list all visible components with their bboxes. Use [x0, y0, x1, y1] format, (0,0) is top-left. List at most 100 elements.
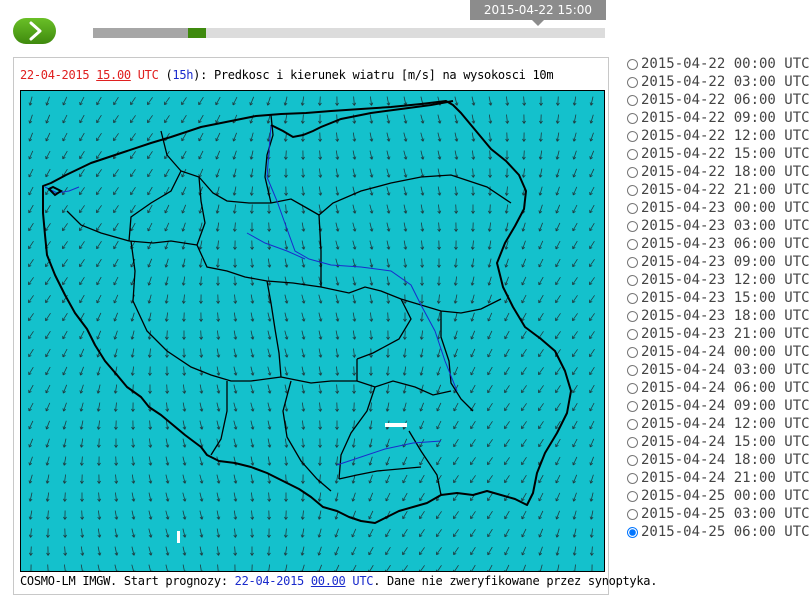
forecast-time-radio[interactable] [627, 220, 638, 232]
wind-arrow [62, 277, 68, 286]
forecast-time-item[interactable]: 2015-04-23 18:00 UTC [626, 307, 810, 325]
wind-arrow [147, 294, 152, 304]
forecast-time-radio[interactable] [627, 112, 638, 124]
forecast-time-label: 2015-04-22 09:00 UTC [641, 110, 810, 126]
wind-arrow [79, 259, 85, 268]
forecast-time-item[interactable]: 2015-04-22 12:00 UTC [626, 127, 810, 145]
wind-arrow [147, 151, 153, 160]
forecast-time-radio[interactable] [627, 526, 638, 538]
forecast-time-radio[interactable] [627, 472, 638, 484]
forecast-time-item[interactable]: 2015-04-24 00:00 UTC [626, 343, 810, 361]
wind-arrow [165, 492, 170, 502]
forecast-time-radio[interactable] [627, 58, 638, 70]
forecast-time-radio[interactable] [627, 94, 638, 106]
forecast-time-radio[interactable] [627, 274, 638, 286]
wind-arrow [79, 96, 85, 106]
forecast-time-item[interactable]: 2015-04-22 03:00 UTC [626, 73, 810, 91]
map-title-hour: 15.00 [96, 68, 131, 82]
forecast-time-item[interactable]: 2015-04-22 09:00 UTC [626, 109, 810, 127]
wind-arrow [471, 222, 475, 232]
wind-arrow [453, 493, 459, 502]
forecast-time-item[interactable]: 2015-04-22 00:00 UTC [626, 55, 810, 73]
forecast-time-label: 2015-04-25 03:00 UTC [641, 506, 810, 522]
wind-arrow [181, 97, 187, 106]
timeline-current-marker[interactable] [187, 28, 206, 38]
wind-arrow [318, 186, 323, 196]
wind-arrow [233, 528, 238, 538]
forecast-time-radio[interactable] [627, 130, 638, 142]
wind-arrow [28, 168, 34, 178]
wind-arrow [216, 564, 221, 571]
forecast-time-radio[interactable] [627, 346, 638, 358]
forecast-time-radio[interactable] [627, 364, 638, 376]
forecast-time-radio[interactable] [627, 166, 638, 178]
wind-arrow [96, 96, 102, 106]
forecast-time-radio[interactable] [627, 184, 638, 196]
wind-arrow [555, 258, 561, 268]
forecast-time-item[interactable]: 2015-04-24 03:00 UTC [626, 361, 810, 379]
forecast-time-radio[interactable] [627, 490, 638, 502]
forecast-time-radio[interactable] [627, 256, 638, 268]
wind-arrow [437, 276, 441, 286]
forecast-time-item[interactable]: 2015-04-24 18:00 UTC [626, 451, 810, 469]
wind-arrow [521, 385, 527, 394]
wind-arrow [352, 330, 357, 340]
forecast-time-radio[interactable] [627, 202, 638, 214]
wind-arrow [164, 312, 169, 322]
wind-arrow [589, 204, 595, 214]
timeline-bar[interactable] [93, 28, 605, 38]
wind-arrow [130, 312, 135, 322]
forecast-time-radio[interactable] [627, 310, 638, 322]
forecast-time-item[interactable]: 2015-04-23 09:00 UTC [626, 253, 810, 271]
wind-arrow [96, 312, 102, 322]
forecast-time-item[interactable]: 2015-04-23 06:00 UTC [626, 235, 810, 253]
forecast-time-item[interactable]: 2015-04-24 15:00 UTC [626, 433, 810, 451]
wind-arrow [284, 456, 289, 466]
wind-arrow [385, 492, 391, 502]
forecast-time-item[interactable]: 2015-04-22 06:00 UTC [626, 91, 810, 109]
wind-arrow [538, 240, 544, 250]
forecast-time-item[interactable]: 2015-04-23 12:00 UTC [626, 271, 810, 289]
wind-arrow [386, 150, 391, 160]
forecast-time-item[interactable]: 2015-04-22 18:00 UTC [626, 163, 810, 181]
forecast-time-item[interactable]: 2015-04-25 06:00 UTC [626, 523, 810, 541]
forecast-time-item[interactable]: 2015-04-23 03:00 UTC [626, 217, 810, 235]
wind-arrow [164, 258, 169, 268]
forecast-time-item[interactable]: 2015-04-24 21:00 UTC [626, 469, 810, 487]
forecast-time-item[interactable]: 2015-04-25 03:00 UTC [626, 505, 810, 523]
forecast-time-radio[interactable] [627, 328, 638, 340]
wind-arrow [368, 564, 374, 571]
forecast-time-item[interactable]: 2015-04-23 15:00 UTC [626, 289, 810, 307]
forecast-time-item[interactable]: 2015-04-23 00:00 UTC [626, 199, 810, 217]
forecast-time-item[interactable]: 2015-04-24 09:00 UTC [626, 397, 810, 415]
forecast-time-item[interactable]: 2015-04-22 21:00 UTC [626, 181, 810, 199]
forecast-time-radio[interactable] [627, 76, 638, 88]
wind-arrow [352, 240, 357, 250]
wind-arrow [403, 168, 408, 178]
forecast-time-radio[interactable] [627, 148, 638, 160]
forecast-time-item[interactable]: 2015-04-23 21:00 UTC [626, 325, 810, 343]
forecast-time-radio[interactable] [627, 508, 638, 520]
wind-arrow [420, 222, 425, 232]
forecast-time-radio[interactable] [627, 238, 638, 250]
wind-arrow [504, 403, 510, 412]
forecast-time-radio[interactable] [627, 436, 638, 448]
forecast-time-radio[interactable] [627, 292, 638, 304]
forecast-time-radio[interactable] [627, 400, 638, 412]
wind-arrow [45, 384, 51, 394]
wind-arrow [97, 564, 102, 571]
wind-arrow [131, 492, 136, 502]
forecast-time-item[interactable]: 2015-04-24 12:00 UTC [626, 415, 810, 433]
forecast-time-radio[interactable] [627, 418, 638, 430]
play-button[interactable] [13, 18, 56, 44]
wind-arrow [471, 114, 476, 124]
forecast-time-item[interactable]: 2015-04-22 15:00 UTC [626, 145, 810, 163]
wind-arrow [62, 150, 68, 160]
wind-arrow [335, 114, 340, 124]
forecast-time-item[interactable]: 2015-04-24 06:00 UTC [626, 379, 810, 397]
forecast-time-radio[interactable] [627, 382, 638, 394]
wind-arrow [199, 564, 204, 571]
forecast-time-radio[interactable] [627, 454, 638, 466]
wind-arrow [182, 564, 187, 571]
forecast-time-item[interactable]: 2015-04-25 00:00 UTC [626, 487, 810, 505]
